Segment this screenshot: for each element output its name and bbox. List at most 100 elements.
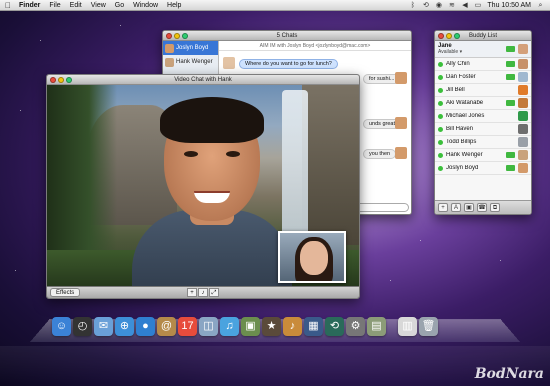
my-avatar[interactable] (518, 44, 528, 54)
menu-view[interactable]: View (91, 2, 106, 9)
menu-edit[interactable]: Edit (70, 2, 82, 9)
camera-icon[interactable] (506, 46, 515, 52)
chats-title: 5 Chats (276, 33, 298, 39)
window-controls (438, 33, 460, 39)
ichat-status-icon[interactable]: ◉ (435, 2, 442, 9)
video-chat-window: Video Chat with Hank Effects + ♪ ⤢ (46, 74, 360, 299)
effects-button[interactable]: Effects (50, 288, 81, 297)
chat-contact-joslyn[interactable]: Joslyn Boyd (163, 41, 218, 55)
preview-icon[interactable]: ◫ (199, 317, 218, 336)
buddy-name: Dan Foster (446, 74, 476, 80)
garageband-icon[interactable]: ♪ (283, 317, 302, 336)
video-feed (47, 85, 359, 288)
buddy-name: Hank Wenger (446, 152, 483, 158)
camera-icon[interactable] (506, 61, 515, 67)
buddy-row[interactable]: Jill Bell (435, 84, 531, 97)
buddy-row[interactable]: Hank Wenger (435, 149, 531, 162)
clock[interactable]: Thu 10:50 AM (487, 2, 531, 9)
buddy-avatar (395, 117, 407, 129)
self-preview[interactable] (278, 231, 346, 283)
menu-finder[interactable]: Finder (19, 2, 40, 9)
mute-button[interactable]: ♪ (198, 288, 208, 297)
screen-share-button[interactable]: ⧉ (490, 203, 500, 212)
documents-stack-icon[interactable]: ▥ (398, 317, 417, 336)
text-chat-button[interactable]: A (451, 203, 461, 212)
buddy-row[interactable]: Michael Jones (435, 110, 531, 123)
camera-icon[interactable] (506, 165, 515, 171)
star-decoration (120, 25, 121, 26)
imovie-icon[interactable]: ★ (262, 317, 281, 336)
chats-titlebar[interactable]: 5 Chats (163, 31, 411, 41)
buddy-name: Todd Billips (446, 139, 477, 145)
buddy-list-window: Buddy List Jane Available ▾ Ally Chin Dan… (434, 30, 532, 215)
audio-chat-button[interactable]: ☎ (477, 203, 487, 212)
battery-icon[interactable]: ▭ (474, 2, 482, 9)
online-status-icon (438, 113, 443, 119)
photo-stack-icon[interactable]: ▤ (367, 317, 386, 336)
system-preferences-icon[interactable]: ⚙ (346, 317, 365, 336)
buddy-row[interactable]: Todd Billips (435, 136, 531, 149)
close-button[interactable] (438, 33, 444, 39)
dock: ☺ ◴ ✉ ⊕ ● @17 ◫ ♫ ▣ ★ ♪ ▦ ⟲ ⚙ ▤ ▥ 🗑 (52, 312, 438, 336)
itunes-icon[interactable]: ♫ (220, 317, 239, 336)
chat-contact-hank[interactable]: Hank Wenger (163, 55, 218, 69)
window-controls (166, 33, 188, 39)
buddy-row[interactable]: Joslyn Boyd (435, 162, 531, 175)
add-participant-button[interactable]: + (187, 288, 197, 297)
menu-extras: ᛒ ⟲ ◉ ≋ ◀ ▭ Thu 10:50 AM ⌕ (409, 0, 544, 11)
address-book-icon[interactable]: @ (157, 317, 176, 336)
menu-file[interactable]: File (49, 2, 60, 9)
zoom-button[interactable] (182, 33, 188, 39)
message-bubble: Where do you want to go for lunch? (239, 59, 338, 69)
ical-icon[interactable]: 17 (178, 317, 197, 336)
dashboard-icon[interactable]: ◴ (73, 317, 92, 336)
spaces-icon[interactable]: ▦ (304, 317, 323, 336)
online-status-icon (438, 61, 443, 67)
menu-help[interactable]: Help (167, 2, 181, 9)
time-machine-icon[interactable]: ⟲ (325, 317, 344, 336)
iphoto-icon[interactable]: ▣ (241, 317, 260, 336)
buddy-list-title: Buddy List (468, 33, 498, 39)
camera-icon[interactable] (506, 152, 515, 158)
video-chat-button[interactable]: ▣ (464, 203, 474, 212)
buddy-list-titlebar[interactable]: Buddy List (435, 31, 531, 41)
zoom-button[interactable] (66, 77, 72, 83)
trash-icon[interactable]: 🗑 (419, 317, 438, 336)
menu-go[interactable]: Go (115, 2, 124, 9)
status-menu[interactable]: Available ▾ (438, 49, 503, 55)
menu-window[interactable]: Window (133, 2, 158, 9)
apple-logo-icon[interactable]:  (5, 1, 13, 10)
star-decoration (420, 240, 421, 241)
buddy-avatar (518, 163, 528, 173)
buddy-name: Joslyn Boyd (446, 165, 479, 171)
buddy-row[interactable]: Dan Foster (435, 71, 531, 84)
avatar (165, 57, 174, 67)
camera-icon[interactable] (506, 100, 515, 106)
buddy-avatar (395, 72, 407, 84)
ichat-icon[interactable]: ● (136, 317, 155, 336)
minimize-button[interactable] (174, 33, 180, 39)
wifi-icon[interactable]: ≋ (448, 2, 455, 9)
minimize-button[interactable] (446, 33, 452, 39)
volume-icon[interactable]: ◀ (461, 2, 468, 9)
video-chat-title: Video Chat with Hank (174, 77, 232, 83)
finder-icon[interactable]: ☺ (52, 317, 71, 336)
spotlight-icon[interactable]: ⌕ (537, 2, 544, 9)
fullscreen-button[interactable]: ⤢ (209, 288, 219, 297)
add-buddy-button[interactable]: + (438, 203, 448, 212)
online-status-icon (438, 165, 443, 171)
zoom-button[interactable] (454, 33, 460, 39)
close-button[interactable] (50, 77, 56, 83)
time-machine-menu-icon[interactable]: ⟲ (422, 2, 429, 9)
participant-eye (226, 151, 240, 157)
video-chat-titlebar[interactable]: Video Chat with Hank (47, 75, 359, 85)
buddy-row[interactable]: Ally Chin (435, 58, 531, 71)
mail-icon[interactable]: ✉ (94, 317, 113, 336)
minimize-button[interactable] (58, 77, 64, 83)
buddy-row[interactable]: Bill Haven (435, 123, 531, 136)
safari-icon[interactable]: ⊕ (115, 317, 134, 336)
bluetooth-icon[interactable]: ᛒ (409, 2, 416, 9)
close-button[interactable] (166, 33, 172, 39)
buddy-row[interactable]: Aki Watanabe (435, 97, 531, 110)
camera-icon[interactable] (506, 74, 515, 80)
